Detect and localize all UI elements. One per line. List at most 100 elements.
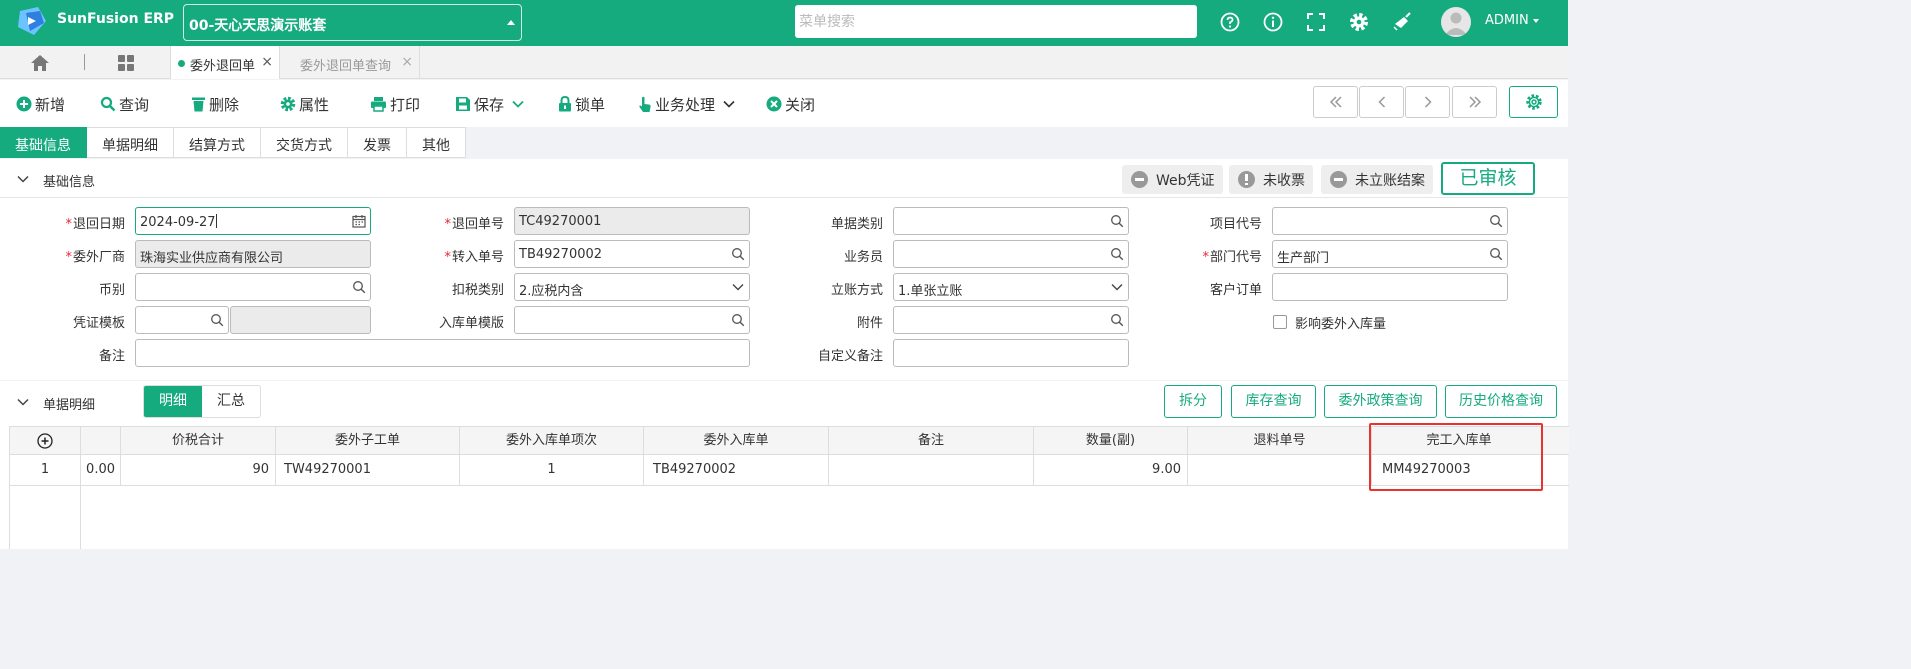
tab-outsource-return-query[interactable]: 委外退回单查询 ×	[281, 46, 420, 79]
chevron-down-icon[interactable]	[17, 173, 29, 185]
remark-field[interactable]	[135, 339, 750, 367]
menu-search-input[interactable]	[795, 5, 1197, 38]
column-header[interactable]: 数量(副)	[1034, 427, 1188, 456]
previous-record-button[interactable]	[1359, 86, 1404, 118]
table-cell[interactable]	[829, 455, 1034, 486]
column-header[interactable]: 委外子工单	[276, 427, 460, 456]
table-cell[interactable]: 0.00	[81, 455, 121, 486]
search-icon[interactable]	[1110, 214, 1124, 228]
inbound-template-field[interactable]	[514, 306, 750, 334]
gear-icon[interactable]	[1348, 11, 1370, 33]
column-header[interactable]: 备注	[829, 427, 1034, 456]
user-menu[interactable]: ADMIN	[1485, 13, 1539, 28]
customer-order-field[interactable]	[1272, 273, 1508, 301]
lock-button[interactable]: 锁单	[558, 93, 605, 115]
return-date-field[interactable]: 2024-09-27	[135, 207, 371, 235]
doc-type-field[interactable]	[893, 207, 1129, 235]
view-detail-button[interactable]: 明细	[144, 386, 202, 417]
settings-icon	[280, 96, 296, 112]
currency-field[interactable]	[135, 273, 371, 301]
view-summary-button[interactable]: 汇总	[202, 386, 260, 417]
table-cell[interactable]: 9.00	[1034, 455, 1188, 486]
avatar[interactable]	[1441, 7, 1471, 37]
tab-settlement[interactable]: 结算方式	[174, 127, 261, 158]
tab-outsource-return[interactable]: 委外退回单 ×	[170, 46, 280, 79]
search-icon[interactable]	[1110, 247, 1124, 261]
save-label: 保存	[474, 95, 505, 114]
split-button[interactable]: 拆分	[1164, 385, 1222, 418]
price-history-button[interactable]: 历史价格查询	[1445, 385, 1557, 418]
table-cell[interactable]: TB49270002	[644, 455, 829, 486]
tax-type-select[interactable]: 2.应税内含	[514, 273, 750, 301]
column-header[interactable]: 委外入库单	[644, 427, 829, 456]
clean-icon[interactable]	[1391, 11, 1413, 33]
user-name: ADMIN	[1485, 13, 1529, 28]
stock-query-button[interactable]: 库存查询	[1231, 385, 1316, 418]
add-row-cell[interactable]	[10, 427, 81, 456]
column-header[interactable]: 完工入库单	[1372, 427, 1546, 456]
table-cell[interactable]: 90	[121, 455, 276, 486]
affect-inbound-checkbox[interactable]	[1273, 315, 1287, 329]
voucher-template-field[interactable]	[135, 306, 229, 334]
tab-other[interactable]: 其他	[407, 127, 466, 158]
close-icon[interactable]: ×	[401, 54, 413, 70]
transfer-no-field[interactable]: TB49270002	[514, 240, 750, 268]
web-voucher-button[interactable]: Web凭证	[1122, 165, 1223, 194]
properties-button[interactable]: 属性	[280, 93, 329, 115]
dept-code-label: *部门代号	[1202, 250, 1262, 265]
tab-invoice[interactable]: 发票	[348, 127, 407, 158]
return-no-label: *退回单号	[444, 217, 504, 232]
calendar-icon[interactable]	[352, 214, 366, 228]
apps-grid-icon[interactable]	[117, 54, 135, 72]
close-button[interactable]: 关闭	[766, 93, 815, 115]
close-icon[interactable]: ×	[261, 54, 273, 70]
chevron-left-icon	[1377, 96, 1385, 108]
dept-code-field[interactable]: 生产部门	[1272, 240, 1508, 268]
home-icon[interactable]	[30, 54, 50, 72]
unsettled-button[interactable]: 未立账结案	[1321, 165, 1433, 194]
table-row[interactable]: 1 0.00 90 TW49270001 1 TB49270002 9.00 M…	[10, 455, 1569, 486]
info-icon[interactable]	[1262, 11, 1284, 33]
tab-delivery[interactable]: 交货方式	[261, 127, 348, 158]
business-process-button[interactable]: 业务处理	[638, 93, 738, 115]
column-header[interactable]: 价税合计	[121, 427, 276, 456]
attachment-field[interactable]	[893, 306, 1129, 334]
page-settings-button[interactable]	[1509, 86, 1558, 118]
query-button[interactable]: 查询	[100, 93, 149, 115]
search-icon[interactable]	[1110, 313, 1124, 327]
new-button[interactable]: 新增	[16, 93, 65, 115]
project-code-field[interactable]	[1272, 207, 1508, 235]
table-cell[interactable]: MM49270003	[1372, 455, 1546, 486]
table-cell[interactable]: 1	[460, 455, 644, 486]
table-cell[interactable]	[1188, 455, 1372, 486]
fullscreen-icon[interactable]	[1305, 11, 1327, 33]
account-selector[interactable]: 00-天心天思演示账套	[183, 4, 522, 41]
chevron-down-icon	[512, 100, 524, 108]
search-icon[interactable]	[1489, 214, 1503, 228]
search-icon[interactable]	[1489, 247, 1503, 261]
tab-detail[interactable]: 单据明细	[87, 127, 174, 158]
salesman-field[interactable]	[893, 240, 1129, 268]
delete-button[interactable]: 删除	[191, 93, 239, 115]
first-record-button[interactable]	[1313, 86, 1358, 118]
table-cell[interactable]: TW49270001	[276, 455, 460, 486]
help-icon[interactable]	[1219, 11, 1241, 33]
column-header[interactable]: 委外入库单项次	[460, 427, 644, 456]
search-icon[interactable]	[352, 280, 366, 294]
print-button[interactable]: 打印	[370, 93, 420, 115]
search-icon[interactable]	[210, 313, 224, 327]
unpaid-invoice-button[interactable]: 未收票	[1229, 165, 1313, 194]
policy-query-button[interactable]: 委外政策查询	[1324, 385, 1437, 418]
column-header[interactable]: 退料单号	[1188, 427, 1372, 456]
tab-basic-info[interactable]: 基础信息	[0, 127, 87, 158]
plus-circle-icon[interactable]	[37, 433, 53, 449]
search-icon[interactable]	[731, 247, 745, 261]
account-method-select[interactable]: 1.单张立账	[893, 273, 1129, 301]
transfer-no-label: *转入单号	[444, 250, 504, 265]
last-record-button[interactable]	[1452, 86, 1497, 118]
next-record-button[interactable]	[1405, 86, 1450, 118]
search-icon[interactable]	[731, 313, 745, 327]
chevron-down-icon[interactable]	[17, 396, 29, 408]
save-button[interactable]: 保存	[455, 93, 527, 115]
custom-remark-field[interactable]	[893, 339, 1129, 367]
